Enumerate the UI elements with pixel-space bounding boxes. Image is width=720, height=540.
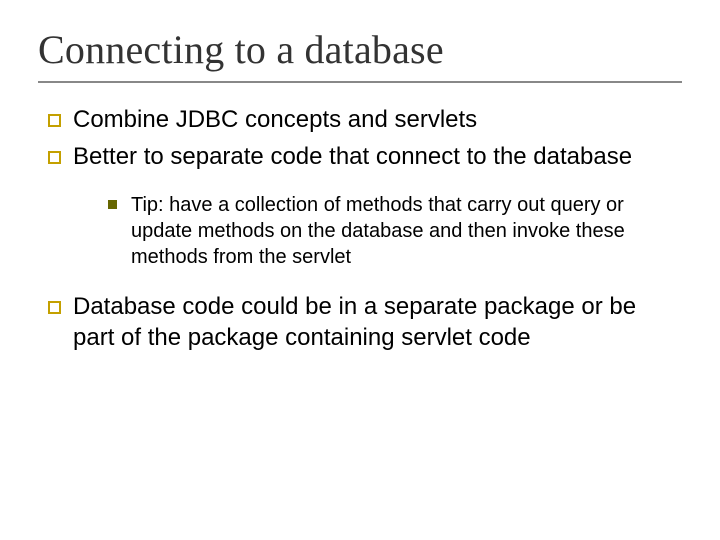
slide-body: Combine JDBC concepts and servlets Bette… xyxy=(38,105,682,354)
bullet-text: Tip: have a collection of methods that c… xyxy=(131,192,682,270)
slide: Connecting to a database Combine JDBC co… xyxy=(0,0,720,540)
hollow-square-bullet-icon xyxy=(48,301,61,314)
bullet-level1: Database code could be in a separate pac… xyxy=(48,292,682,353)
slide-title: Connecting to a database xyxy=(38,26,682,83)
bullet-level2: Tip: have a collection of methods that c… xyxy=(108,192,682,270)
subbullet-group: Tip: have a collection of methods that c… xyxy=(108,192,682,270)
filled-square-bullet-icon xyxy=(108,200,117,209)
bullet-text: Better to separate code that connect to … xyxy=(73,142,632,173)
hollow-square-bullet-icon xyxy=(48,114,61,127)
bullet-level1: Combine JDBC concepts and servlets xyxy=(48,105,682,136)
hollow-square-bullet-icon xyxy=(48,151,61,164)
bullet-level1: Better to separate code that connect to … xyxy=(48,142,682,173)
bullet-text: Database code could be in a separate pac… xyxy=(73,292,682,353)
bullet-text: Combine JDBC concepts and servlets xyxy=(73,105,477,136)
